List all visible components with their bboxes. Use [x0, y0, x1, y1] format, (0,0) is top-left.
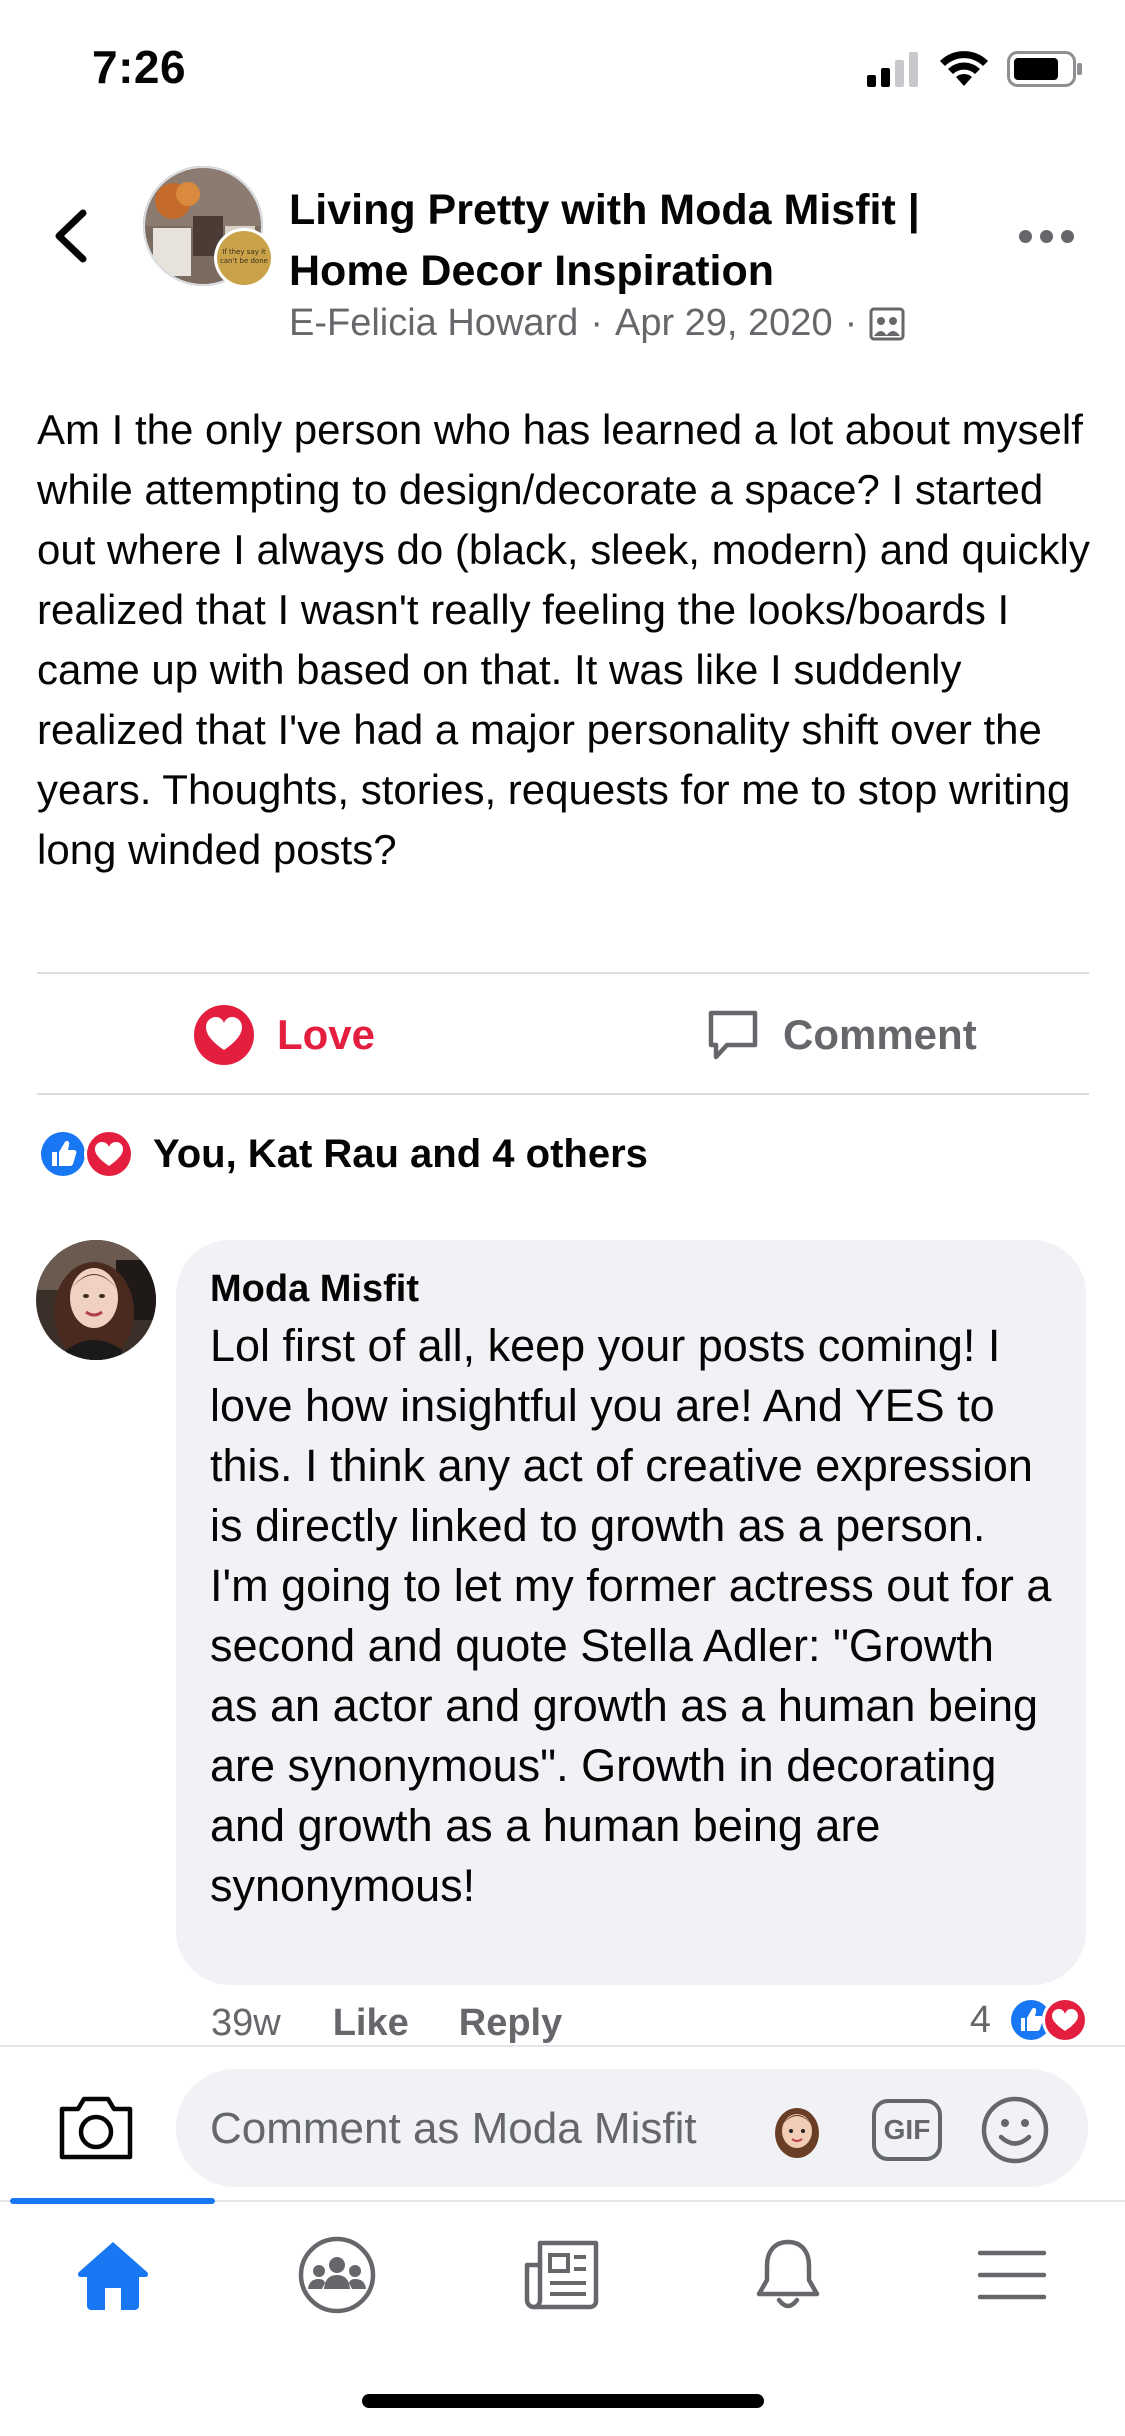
comment-reply-button[interactable]: Reply [459, 2002, 562, 2045]
love-button[interactable]: Love [193, 975, 375, 1095]
smiley-icon [981, 2096, 1049, 2164]
tab-menu[interactable] [962, 2230, 1062, 2320]
comment-time[interactable]: 39w [211, 2002, 281, 2045]
post-text: Am I the only person who has learned a l… [37, 406, 1090, 873]
battery-icon [1007, 51, 1082, 87]
divider [37, 972, 1089, 974]
svg-text:can't be done: can't be done [220, 257, 268, 265]
news-icon [524, 2240, 599, 2310]
status-time: 7:26 [92, 41, 187, 93]
gif-button[interactable]: GIF [872, 2099, 942, 2161]
comment-icon [708, 1010, 758, 1060]
meta-separator: · [844, 302, 858, 344]
reactions-text: You, Kat Rau and 4 others [153, 1131, 648, 1176]
post-meta: E-Felicia Howard · Apr 29, 2020 · [289, 302, 905, 345]
comment-bubble[interactable]: Moda Misfit Lol first of all, keep your … [176, 1240, 1086, 1985]
groups-icon [298, 2236, 376, 2314]
post-date[interactable]: Apr 29, 2020 [615, 302, 833, 345]
tab-notifications[interactable] [738, 2230, 838, 2320]
avatar-icon [775, 2108, 819, 2158]
avatar-sticker-button[interactable] [772, 2103, 822, 2159]
camera-button[interactable] [56, 2091, 136, 2165]
bottom-tab-bar [0, 2198, 1125, 2340]
commenter-avatar[interactable] [36, 1240, 156, 1360]
camera-icon [59, 2096, 133, 2160]
comment-meta: 39w Like Reply [211, 2002, 612, 2045]
comment-reaction-count: 4 [969, 1998, 991, 2041]
divider [37, 1093, 1089, 1095]
more-dots-icon [1018, 229, 1032, 243]
back-button[interactable] [36, 196, 106, 276]
love-reaction-icon [194, 1005, 254, 1065]
active-tab-indicator [10, 2198, 215, 2204]
group-avatar[interactable]: If they say it can't be done [143, 166, 277, 300]
chevron-left-icon [55, 209, 87, 263]
tab-news[interactable] [512, 2230, 612, 2320]
tab-home[interactable] [63, 2230, 163, 2320]
reactions-summary[interactable]: You, Kat Rau and 4 others [37, 1128, 648, 1180]
tab-groups[interactable] [287, 2230, 387, 2320]
comment-reactions[interactable]: 4 [970, 1996, 1089, 2044]
meta-separator: · [590, 302, 603, 344]
group-title[interactable]: Living Pretty with Moda Misfit | Home De… [289, 180, 1009, 302]
reaction-icons [38, 1129, 134, 1179]
emoji-button[interactable] [980, 2095, 1050, 2165]
comment-button[interactable]: Comment [705, 975, 977, 1095]
comment-reaction-icons [1008, 1997, 1088, 2043]
comment-label: Comment [783, 1011, 977, 1058]
svg-text:If they say it: If they say it [222, 248, 266, 256]
post-header: If they say it can't be done Living Pret… [0, 160, 1125, 360]
bell-icon [756, 2239, 820, 2309]
comment-input[interactable]: Comment as Moda Misfit GIF [176, 2069, 1088, 2187]
comment-composer: Comment as Moda Misfit GIF [0, 2045, 1125, 2200]
cellular-signal-icon [867, 52, 918, 87]
group-audience-icon [869, 307, 905, 340]
more-options-button[interactable] [1011, 216, 1081, 256]
status-bar: 7:26 [0, 0, 1125, 140]
comment-like-button[interactable]: Like [333, 2002, 409, 2045]
wifi-icon [940, 51, 988, 86]
home-icon [77, 2242, 149, 2310]
comment-author[interactable]: Moda Misfit [210, 1266, 1052, 1312]
comment-input-placeholder: Comment as Moda Misfit [210, 2104, 697, 2153]
home-indicator[interactable] [362, 2394, 764, 2408]
comment-text: Lol first of all, keep your posts coming… [210, 1320, 1052, 1911]
post-actions: Love Comment [0, 975, 1125, 1095]
post-author[interactable]: E-Felicia Howard [289, 302, 578, 345]
love-label: Love [277, 1011, 376, 1058]
status-icons [867, 50, 1083, 88]
menu-icon [977, 2250, 1047, 2300]
